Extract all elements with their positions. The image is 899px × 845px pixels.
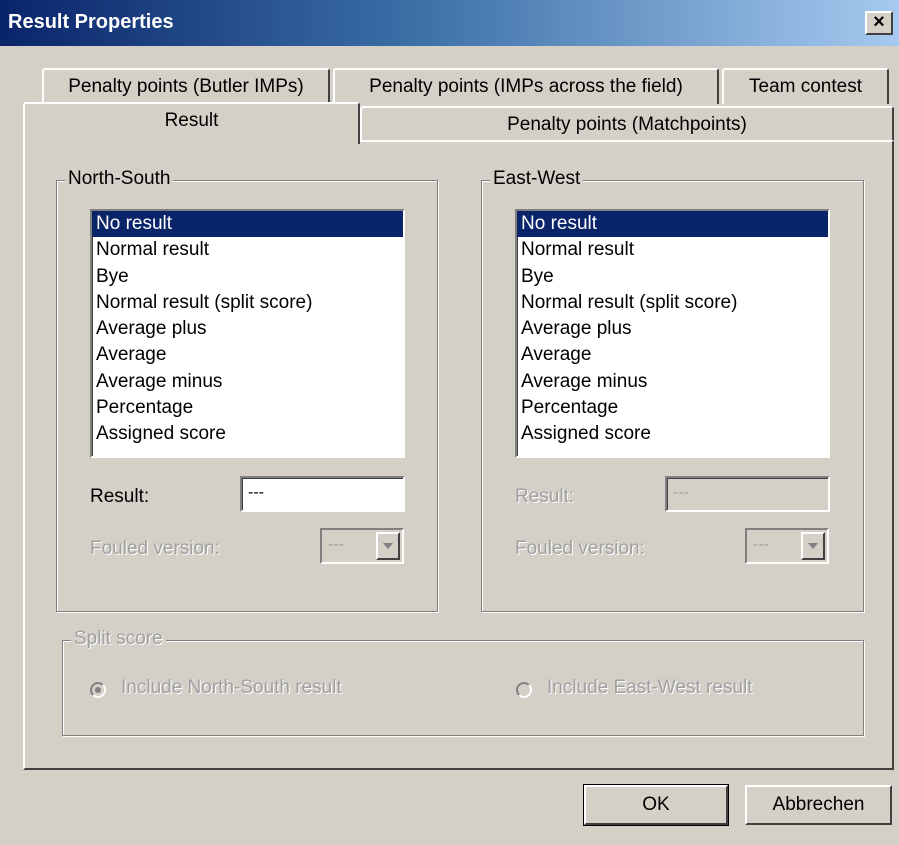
list-item[interactable]: Normal result (split score) bbox=[517, 290, 828, 316]
east-west-title: East-West bbox=[490, 168, 584, 190]
list-item[interactable]: Average plus bbox=[92, 316, 403, 342]
split-score-title: Split score bbox=[71, 628, 166, 650]
list-item[interactable]: Bye bbox=[92, 264, 403, 290]
tab-label: Penalty points (Butler IMPs) bbox=[68, 76, 304, 97]
list-item[interactable]: Percentage bbox=[517, 395, 828, 421]
list-item[interactable]: Average bbox=[517, 342, 828, 368]
north-south-fouled-select[interactable]: --- bbox=[320, 528, 404, 564]
list-item[interactable]: Normal result (split score) bbox=[92, 290, 403, 316]
include-east-west-label[interactable]: Include East-West result bbox=[547, 677, 753, 699]
tab-label: Team contest bbox=[749, 76, 862, 97]
ok-button[interactable]: OK bbox=[583, 784, 729, 826]
east-west-fouled-label: Fouled version: bbox=[515, 538, 645, 559]
east-west-group: East-West No result Normal result Bye No… bbox=[481, 168, 864, 612]
close-button[interactable]: × bbox=[865, 11, 893, 35]
list-item[interactable]: Average bbox=[92, 342, 403, 368]
chevron-down-icon[interactable] bbox=[376, 532, 400, 560]
include-north-south-label[interactable]: Include North-South result bbox=[121, 677, 342, 699]
list-item[interactable]: Average minus bbox=[92, 369, 403, 395]
tab-penalty-butler-imps[interactable]: Penalty points (Butler IMPs) bbox=[42, 68, 330, 104]
tab-label: Penalty points (IMPs across the field) bbox=[369, 76, 683, 97]
list-item[interactable]: Average minus bbox=[517, 369, 828, 395]
include-east-west-radio[interactable] bbox=[516, 682, 532, 698]
include-north-south-radio[interactable] bbox=[90, 682, 106, 698]
north-south-fouled-label: Fouled version: bbox=[90, 538, 220, 559]
tab-penalty-matchpoints[interactable]: Penalty points (Matchpoints) bbox=[360, 106, 894, 142]
list-item[interactable]: No result bbox=[92, 211, 403, 238]
tab-team-contest[interactable]: Team contest bbox=[722, 68, 889, 104]
fouled-select-value: --- bbox=[753, 536, 769, 553]
chevron-down-icon[interactable] bbox=[801, 532, 825, 560]
radio-selected-dot bbox=[95, 687, 101, 693]
list-item[interactable]: Average plus bbox=[517, 316, 828, 342]
window-title: Result Properties bbox=[8, 11, 174, 33]
north-south-title: North-South bbox=[65, 168, 174, 190]
split-score-group: Split score Include North-South result I… bbox=[62, 628, 864, 736]
east-west-result-input[interactable]: --- bbox=[665, 476, 830, 512]
east-west-result-list[interactable]: No result Normal result Bye Normal resul… bbox=[515, 209, 830, 458]
list-item[interactable]: Percentage bbox=[92, 395, 403, 421]
east-west-result-label: Result: bbox=[515, 486, 575, 507]
list-item[interactable]: Normal result bbox=[92, 237, 403, 263]
list-item[interactable]: No result bbox=[517, 211, 828, 238]
result-properties-dialog: Result Properties × Penalty points (Butl… bbox=[0, 0, 899, 845]
east-west-fouled-select[interactable]: --- bbox=[745, 528, 829, 564]
tab-result[interactable]: Result bbox=[23, 102, 360, 144]
list-item[interactable]: Bye bbox=[517, 264, 828, 290]
north-south-result-list[interactable]: No result Normal result Bye Normal resul… bbox=[90, 209, 405, 458]
list-item[interactable]: Normal result bbox=[517, 237, 828, 263]
list-item[interactable]: Assigned score bbox=[92, 421, 403, 447]
list-item[interactable]: Assigned score bbox=[517, 421, 828, 447]
north-south-result-input[interactable]: --- bbox=[240, 476, 405, 512]
cancel-button[interactable]: Abbrechen bbox=[745, 785, 892, 825]
fouled-select-value: --- bbox=[328, 536, 344, 553]
tab-penalty-imps-across-field[interactable]: Penalty points (IMPs across the field) bbox=[333, 68, 719, 104]
close-icon: × bbox=[873, 11, 885, 33]
north-south-result-label: Result: bbox=[90, 486, 150, 507]
tab-label: Result bbox=[164, 110, 219, 131]
title-bar[interactable]: Result Properties × bbox=[0, 0, 899, 46]
tab-panel-result: North-South No result Normal result Bye … bbox=[23, 140, 894, 770]
tab-label: Penalty points (Matchpoints) bbox=[507, 114, 747, 135]
north-south-group: North-South No result Normal result Bye … bbox=[56, 168, 438, 612]
